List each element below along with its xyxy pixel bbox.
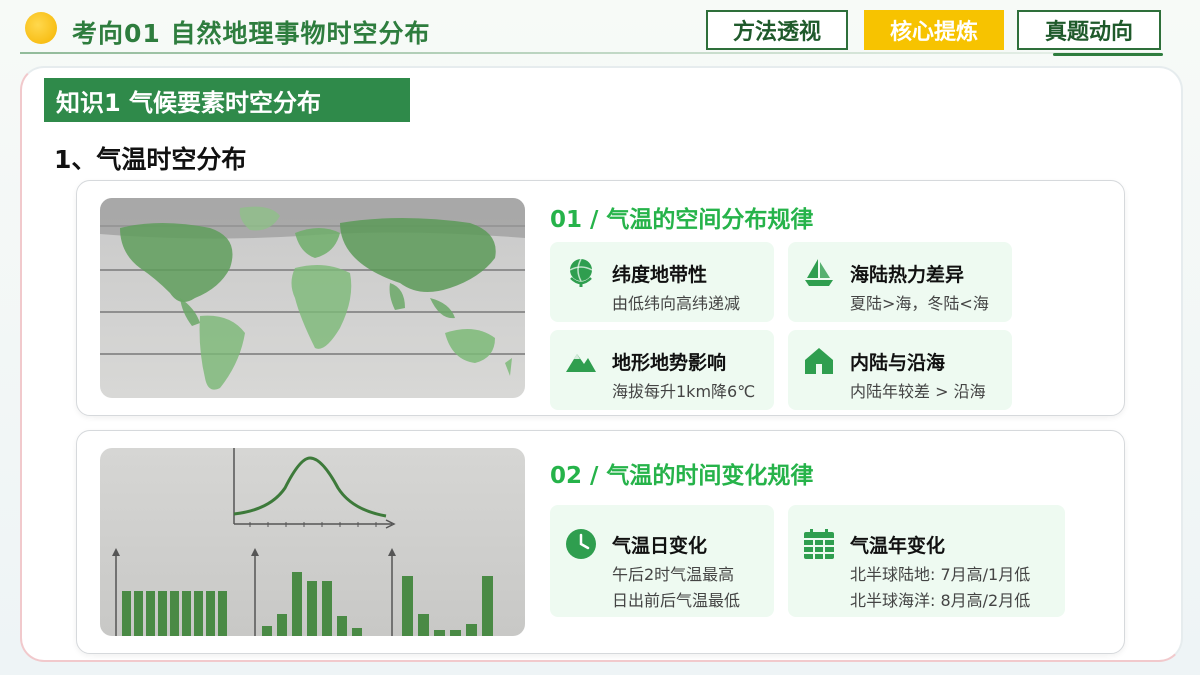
page-title: 考向01 自然地理事物时空分布 bbox=[72, 19, 431, 48]
tile-title: 纬度地带性 bbox=[612, 264, 708, 286]
clock-icon bbox=[566, 529, 596, 559]
nav-method-button[interactable]: 方法透视 bbox=[706, 10, 848, 50]
header-divider bbox=[20, 52, 1160, 54]
tile-desc: 海拔每升1km降6℃ bbox=[612, 382, 756, 401]
tile-title: 海陆热力差异 bbox=[850, 264, 965, 286]
spatial-heading: 01 / 气温的空间分布规律 bbox=[550, 207, 814, 233]
tile-title: 气温日变化 bbox=[612, 535, 708, 557]
tile-desc-line-2: 日出前后气温最低 bbox=[612, 591, 741, 610]
section-title: 1、气温时空分布 bbox=[54, 145, 247, 174]
nav-exam-button[interactable]: 真题动向 bbox=[1017, 10, 1161, 50]
temperature-chart-image bbox=[100, 448, 525, 636]
sailboat-icon bbox=[805, 259, 833, 286]
world-map-image bbox=[100, 198, 525, 398]
sun-icon bbox=[25, 12, 57, 44]
tile-desc: 由低纬向高纬递减 bbox=[612, 294, 741, 313]
tile-title: 内陆与沿海 bbox=[850, 352, 946, 374]
nav-core-button[interactable]: 核心提炼 bbox=[864, 10, 1004, 50]
tile-desc-line-1: 北半球陆地: 7月高/1月低 bbox=[850, 565, 1031, 584]
tile-desc: 内陆年较差 > 沿海 bbox=[850, 382, 986, 401]
calendar-icon bbox=[804, 529, 834, 559]
tile-latitude: 纬度地带性 由低纬向高纬递减 bbox=[550, 242, 774, 322]
tile-sea-land: 海陆热力差异 夏陆>海，冬陆<海 bbox=[788, 242, 1012, 322]
tile-terrain: 地形地势影响 海拔每升1km降6℃ bbox=[550, 330, 774, 410]
globe-icon bbox=[569, 258, 593, 287]
tile-annual: 气温年变化 北半球陆地: 7月高/1月低 北半球海洋: 8月高/2月低 bbox=[788, 505, 1065, 617]
nav-underline bbox=[1053, 53, 1163, 56]
tile-inland: 内陆与沿海 内陆年较差 > 沿海 bbox=[788, 330, 1012, 410]
tile-desc-line-1: 午后2时气温最高 bbox=[612, 565, 735, 584]
tile-desc: 夏陆>海，冬陆<海 bbox=[850, 294, 989, 313]
tile-daily: 气温日变化 午后2时气温最高 日出前后气温最低 bbox=[550, 505, 774, 617]
tile-title: 地形地势影响 bbox=[612, 352, 727, 374]
temporal-heading: 02 / 气温的时间变化规律 bbox=[550, 463, 814, 489]
tile-desc-line-2: 北半球海洋: 8月高/2月低 bbox=[850, 591, 1031, 610]
mountain-icon bbox=[566, 354, 596, 372]
tile-title: 气温年变化 bbox=[850, 535, 946, 557]
house-icon bbox=[805, 348, 833, 374]
knowledge-label: 知识1 气候要素时空分布 bbox=[44, 78, 410, 122]
